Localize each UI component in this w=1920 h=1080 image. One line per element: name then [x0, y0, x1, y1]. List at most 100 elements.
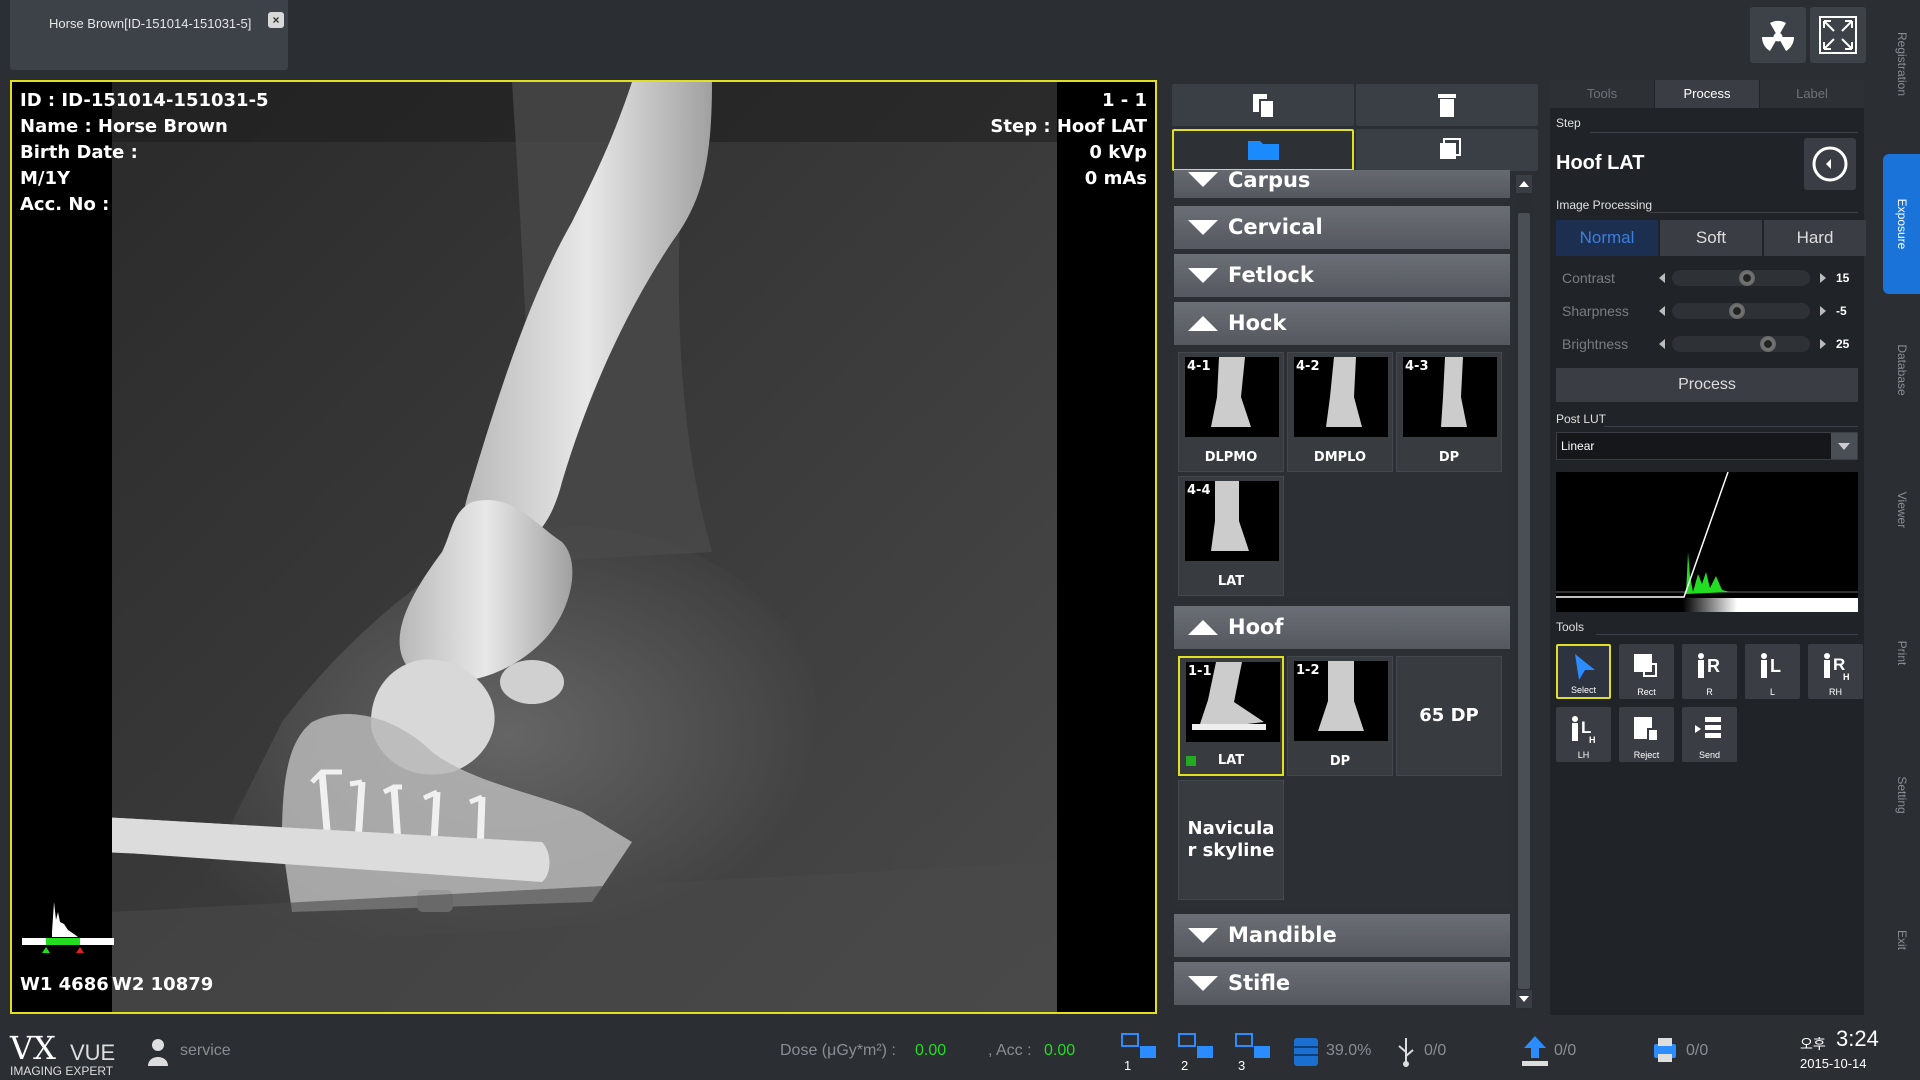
- slider-knob[interactable]: [1759, 336, 1776, 352]
- rect-tool-button[interactable]: Rect: [1619, 644, 1674, 699]
- brightness-slider[interactable]: Brightness 25: [1556, 334, 1856, 354]
- side-tab-database[interactable]: Database: [1883, 300, 1920, 440]
- image-viewer[interactable]: ID : ID-151014-151031-5 Name : Horse Bro…: [10, 80, 1157, 1014]
- slider-label: Contrast: [1562, 270, 1615, 286]
- increase-icon[interactable]: [1820, 273, 1826, 283]
- side-tab-label: Setting: [1894, 776, 1909, 814]
- decrease-icon[interactable]: [1659, 273, 1665, 283]
- monitor-1-button[interactable]: 1: [1120, 1032, 1160, 1074]
- side-tab-exposure[interactable]: Exposure: [1883, 154, 1920, 294]
- close-tab-icon[interactable]: ×: [268, 12, 284, 28]
- view-thumbnail[interactable]: 1-2 DP: [1287, 656, 1393, 776]
- view-thumbnail[interactable]: 4-2 DMPLO: [1287, 352, 1393, 472]
- delete-button[interactable]: [1356, 84, 1538, 126]
- decrease-icon[interactable]: [1659, 339, 1665, 349]
- view-thumbnail[interactable]: 4-3 DP: [1396, 352, 1502, 472]
- tab-process[interactable]: Process: [1655, 80, 1759, 108]
- usb-count: 0/0: [1424, 1042, 1447, 1059]
- logo-tagline: IMAGING EXPERT: [10, 1064, 114, 1078]
- marker-rh-button[interactable]: RH RH: [1808, 644, 1863, 699]
- slider-knob[interactable]: [1739, 270, 1756, 286]
- divider: [1604, 426, 1858, 427]
- category-carpus[interactable]: Carpus: [1174, 170, 1510, 198]
- view-placeholder[interactable]: 65 DP: [1396, 656, 1502, 776]
- view-thumbnail-selected[interactable]: 1-1 LAT: [1178, 656, 1284, 776]
- chevron-down-icon: [1188, 220, 1218, 235]
- category-label: Hock: [1228, 311, 1287, 335]
- step-label: Step : Hoof LAT: [990, 116, 1147, 137]
- svg-text:H: H: [1589, 735, 1596, 745]
- side-tab-registration[interactable]: Registration: [1883, 12, 1920, 116]
- marker-l-icon: L: [1761, 653, 1781, 678]
- copy-button[interactable]: [1172, 84, 1354, 126]
- mode-normal-button[interactable]: Normal: [1556, 220, 1658, 256]
- slider-value: -5: [1836, 304, 1847, 318]
- tool-label: Rect: [1637, 687, 1656, 697]
- side-tab-exit[interactable]: Exit: [1883, 870, 1920, 1010]
- marker-l-button[interactable]: L L: [1745, 644, 1800, 699]
- monitor-3-button[interactable]: 3: [1234, 1032, 1274, 1074]
- fullscreen-button[interactable]: [1810, 7, 1866, 63]
- mode-soft-button[interactable]: Soft: [1660, 220, 1762, 256]
- chevron-down-icon: [1188, 268, 1218, 283]
- xray-image[interactable]: [112, 82, 1057, 1012]
- folder-icon: [1248, 141, 1279, 160]
- post-lut-value: Linear: [1561, 439, 1595, 453]
- printer-icon: [1654, 1038, 1676, 1062]
- post-lut-select[interactable]: Linear: [1556, 432, 1858, 460]
- view-label: LAT: [1217, 753, 1245, 768]
- divider: [1590, 132, 1858, 133]
- view-thumbnail[interactable]: 4-1 DLPMO: [1178, 352, 1284, 472]
- protocol-list[interactable]: Carpus Cervical Fetlock Hock 4-1 DLPMO 4…: [1170, 170, 1516, 1010]
- list-scrollbar[interactable]: [1515, 175, 1533, 1010]
- view-label: DLPMO: [1204, 450, 1258, 465]
- view-placeholder[interactable]: Navicula r skyline: [1178, 780, 1284, 900]
- side-tab-viewer[interactable]: Viewer: [1883, 440, 1920, 580]
- histogram-lut-chart: [1556, 472, 1858, 612]
- category-stifle[interactable]: Stifle: [1174, 962, 1510, 1005]
- radiation-button[interactable]: [1750, 7, 1806, 63]
- slider-track[interactable]: [1672, 303, 1810, 319]
- category-cervical[interactable]: Cervical: [1174, 206, 1510, 249]
- tab-tools[interactable]: Tools: [1550, 80, 1654, 108]
- scroll-thumb[interactable]: [1518, 213, 1530, 989]
- kvp-value: 0 kVp: [1089, 142, 1147, 163]
- tools-section-label: Tools: [1556, 620, 1585, 634]
- slider-track[interactable]: [1672, 270, 1810, 286]
- scroll-down-button[interactable]: [1516, 990, 1532, 1008]
- category-hock[interactable]: Hock: [1174, 302, 1510, 345]
- decrease-icon[interactable]: [1659, 306, 1665, 316]
- send-button[interactable]: Send: [1682, 707, 1737, 762]
- process-button[interactable]: Process: [1556, 368, 1858, 402]
- study-tab[interactable]: Horse Brown[ID-151014-151031-5] ×: [10, 0, 288, 70]
- category-mandible[interactable]: Mandible: [1174, 914, 1510, 957]
- dropdown-button[interactable]: [1831, 433, 1857, 459]
- slider-track[interactable]: [1672, 336, 1810, 352]
- mode-hard-button[interactable]: Hard: [1764, 220, 1866, 256]
- category-fetlock[interactable]: Fetlock: [1174, 254, 1510, 297]
- right-panel: Tools Process Label Step Hoof LAT Image …: [1550, 80, 1866, 1015]
- reset-step-button[interactable]: [1804, 138, 1856, 190]
- contrast-slider[interactable]: Contrast 15: [1556, 268, 1856, 288]
- category-hoof[interactable]: Hoof: [1174, 606, 1510, 649]
- tab-label[interactable]: Label: [1760, 80, 1864, 108]
- multi-image-button[interactable]: [1356, 129, 1538, 171]
- increase-icon[interactable]: [1820, 306, 1826, 316]
- marker-lh-button[interactable]: LH LH: [1556, 707, 1611, 762]
- folder-button[interactable]: [1172, 129, 1354, 171]
- view-label: DP: [1438, 450, 1460, 465]
- image-index: 1 - 1: [1101, 90, 1147, 111]
- scroll-up-button[interactable]: [1516, 175, 1532, 193]
- marker-r-button[interactable]: R R: [1682, 644, 1737, 699]
- reject-button[interactable]: Reject: [1619, 707, 1674, 762]
- side-tab-label: Exposure: [1894, 198, 1909, 250]
- monitor-2-button[interactable]: 2: [1177, 1032, 1217, 1074]
- view-thumbnail[interactable]: 4-4 LAT: [1178, 476, 1284, 596]
- sharpness-slider[interactable]: Sharpness -5: [1556, 301, 1856, 321]
- logo-vx: VX: [10, 1029, 56, 1067]
- side-tab-print[interactable]: Print: [1883, 586, 1920, 720]
- increase-icon[interactable]: [1820, 339, 1826, 349]
- select-tool-button[interactable]: Select: [1556, 644, 1611, 699]
- slider-knob[interactable]: [1729, 303, 1746, 319]
- side-tab-setting[interactable]: Setting: [1883, 728, 1920, 862]
